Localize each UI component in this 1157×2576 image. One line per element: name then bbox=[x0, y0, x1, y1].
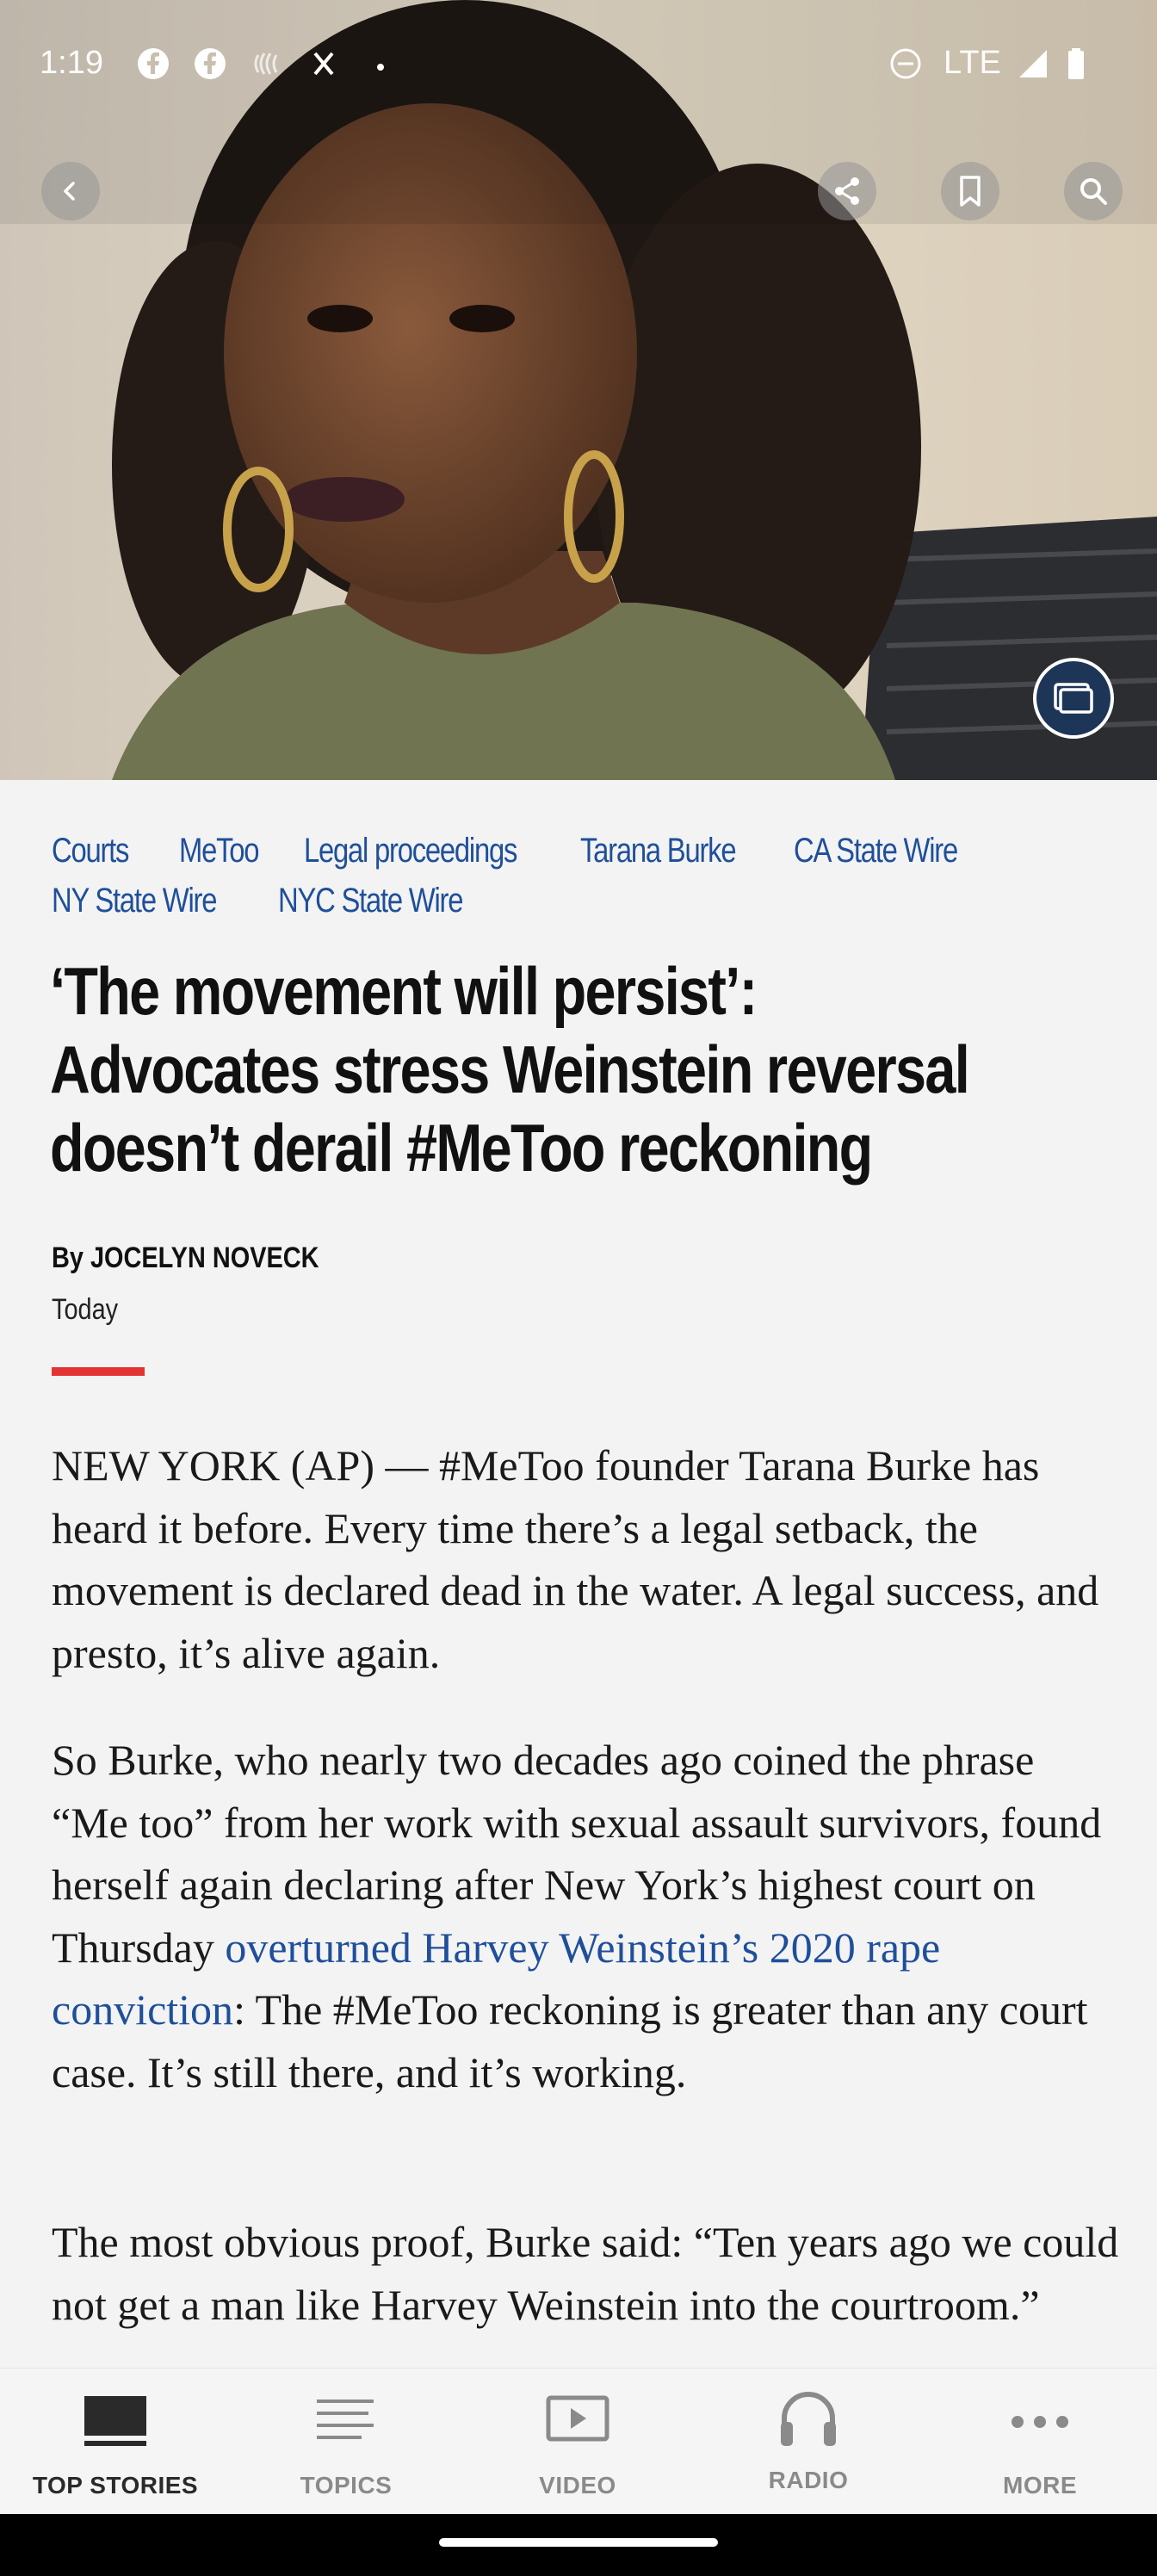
back-button[interactable] bbox=[41, 162, 100, 220]
nav-topics[interactable]: TOPICS bbox=[231, 2369, 461, 2515]
article-paragraph: The most obvious proof, Burke said: “Ten… bbox=[52, 2218, 1119, 2329]
nav-radio[interactable]: RADIO bbox=[693, 2369, 924, 2515]
video-icon bbox=[546, 2395, 609, 2442]
bottom-navigation: TOP STORIES TOPICS VIDEO RADIO MORE bbox=[0, 2368, 1157, 2514]
do-not-disturb-icon bbox=[890, 48, 921, 79]
network-type: LTE bbox=[944, 45, 1001, 81]
nfc-icon bbox=[254, 53, 278, 75]
article-paragraph: So Burke, who nearly two decades ago coi… bbox=[52, 1729, 1119, 2103]
nav-video[interactable]: VIDEO bbox=[462, 2369, 693, 2515]
nav-label: TOP STORIES bbox=[32, 2472, 199, 2499]
search-icon bbox=[1080, 178, 1107, 205]
home-gesture-handle[interactable] bbox=[439, 2538, 718, 2547]
x-icon bbox=[313, 52, 334, 76]
back-icon bbox=[64, 182, 75, 201]
nav-label: VIDEO bbox=[539, 2472, 616, 2499]
share-icon bbox=[835, 177, 859, 205]
status-bar: 1:19 LTE bbox=[0, 0, 1157, 129]
nav-label: TOPICS bbox=[300, 2472, 393, 2499]
headphones-icon bbox=[781, 2392, 836, 2446]
search-button[interactable] bbox=[1064, 162, 1123, 220]
topics-icon bbox=[317, 2400, 374, 2439]
tag-metoo[interactable]: MeToo bbox=[179, 832, 260, 870]
more-icon bbox=[1012, 2416, 1068, 2428]
gallery-button[interactable] bbox=[1033, 658, 1114, 739]
article-byline: By JOCELYN NOVECK bbox=[52, 1242, 319, 1274]
nav-top-stories[interactable]: TOP STORIES bbox=[0, 2369, 231, 2515]
bookmark-button[interactable] bbox=[941, 162, 999, 220]
nav-more[interactable]: MORE bbox=[925, 2369, 1155, 2515]
signal-icon bbox=[1019, 50, 1047, 77]
facebook-icon bbox=[195, 48, 226, 79]
tag-nyc-state-wire[interactable]: NYC State Wire bbox=[278, 882, 463, 920]
tag-tarana-burke[interactable]: Tarana Burke bbox=[580, 832, 737, 870]
dot-icon bbox=[377, 64, 384, 71]
article-headline: ‘The movement will persist’: Advocates s… bbox=[50, 953, 970, 1186]
nav-label: MORE bbox=[1003, 2472, 1077, 2499]
hero-image[interactable]: 1:19 LTE bbox=[0, 0, 1157, 780]
facebook-icon bbox=[138, 48, 169, 79]
tag-courts[interactable]: Courts bbox=[52, 832, 129, 870]
tag-ca-state-wire[interactable]: CA State Wire bbox=[794, 832, 958, 870]
bookmark-icon bbox=[960, 176, 981, 207]
top-stories-icon bbox=[84, 2396, 146, 2446]
accent-divider bbox=[52, 1367, 145, 1376]
article-paragraph: NEW YORK (AP) — #MeToo founder Tarana Bu… bbox=[52, 1441, 1099, 1677]
gallery-icon bbox=[1054, 683, 1093, 714]
nav-label: RADIO bbox=[768, 2467, 849, 2493]
battery-icon bbox=[1068, 48, 1084, 79]
article-date: Today bbox=[52, 1293, 119, 1326]
status-time: 1:19 bbox=[40, 45, 103, 81]
tag-ny-state-wire[interactable]: NY State Wire bbox=[52, 882, 217, 920]
tag-legal-proceedings[interactable]: Legal proceedings bbox=[304, 832, 517, 870]
share-button[interactable] bbox=[818, 162, 876, 220]
